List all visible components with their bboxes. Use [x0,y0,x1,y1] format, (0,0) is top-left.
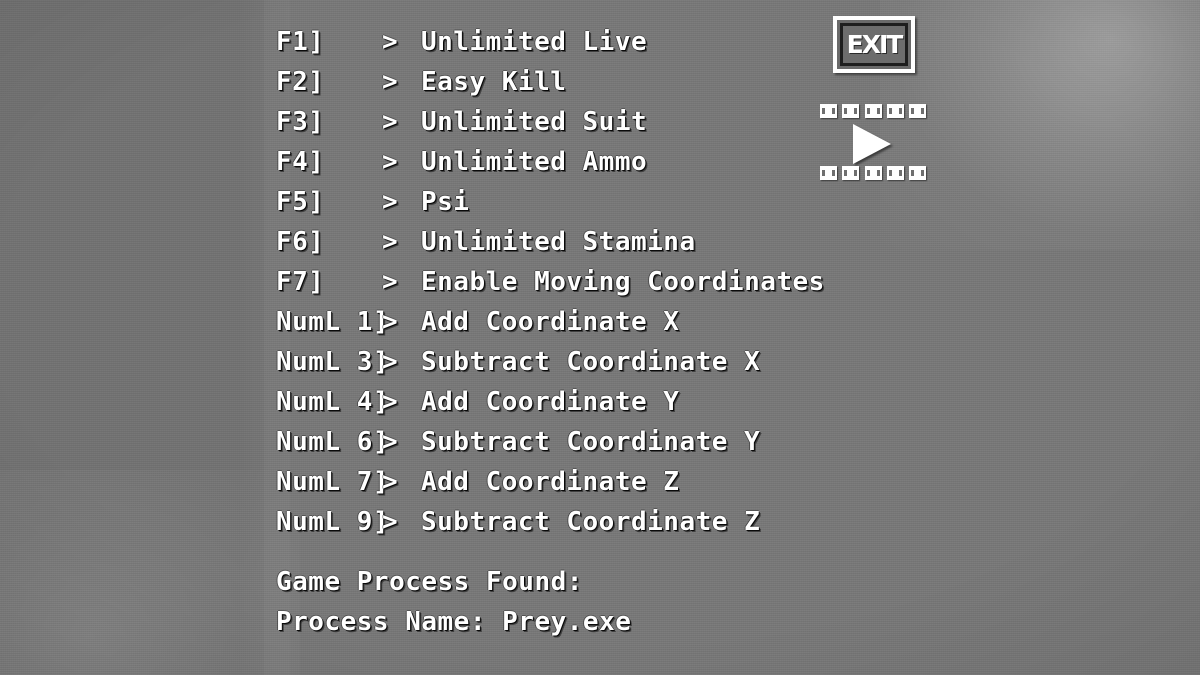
film-sprocket-hole [820,104,837,118]
cheat-hotkey: F3] [276,107,325,137]
cheat-arrow-icon: > [382,147,399,177]
cheat-hotkey: F7] [276,267,325,297]
film-sprocket-hole [886,104,904,118]
cheat-arrow-icon: > [382,107,399,137]
cheat-label: Enable Moving Coordinates [421,267,825,297]
trainer-overlay-window: F1] > Unlimited Live F2] > Easy Kill F3] > Unlim… [0,0,1200,675]
cheat-hotkey: F4] [276,147,325,177]
cheat-label: Easy Kill [421,67,567,97]
cheat-arrow-icon: > [382,27,399,57]
cheat-arrow-icon: > [382,267,399,297]
cheat-row[interactable]: NumL 9] > Subtract Coordinate Z [276,502,825,542]
cheat-arrow-icon: > [382,67,399,97]
film-sprocket-hole [864,166,882,180]
cheat-label: Subtract Coordinate X [421,347,761,377]
cheat-label: Unlimited Ammo [421,147,648,177]
cheat-label: Psi [421,187,470,217]
exit-icon: EXIT [840,23,908,66]
cheat-row[interactable]: F4] > Unlimited Ammo [276,142,825,182]
cheat-row[interactable]: F5] > Psi [276,182,825,222]
status-block: Game Process Found: Process Name: Prey.e… [276,562,631,642]
cheat-label: Subtract Coordinate Y [421,427,761,457]
status-process-found: Game Process Found: [276,567,583,597]
cheat-arrow-icon: > [382,387,399,417]
cheat-arrow-icon: > [382,307,399,337]
cheat-arrow-icon: > [382,347,399,377]
cheat-hotkey: F1] [276,27,325,57]
film-holes-bottom-row [820,166,926,180]
cheat-label: Add Coordinate Y [421,387,680,417]
cheat-row[interactable]: NumL 7] > Add Coordinate Z [276,462,825,502]
cheat-label: Unlimited Stamina [421,227,696,257]
cheat-hotkey: NumL 4] [276,387,390,417]
film-holes-top-row [820,104,926,118]
cheat-label: Unlimited Live [421,27,648,57]
cheat-arrow-icon: > [382,227,399,257]
cheat-arrow-icon: > [382,427,399,457]
cheat-row[interactable]: F6] > Unlimited Stamina [276,222,825,262]
status-process-name: Process Name: Prey.exe [276,607,632,637]
cheat-arrow-icon: > [382,467,399,497]
cheat-row[interactable]: NumL 4] > Add Coordinate Y [276,382,825,422]
cheat-row[interactable]: NumL 3] > Subtract Coordinate X [276,342,825,382]
cheat-hotkey: NumL 7] [276,467,390,497]
film-sprocket-hole [864,104,882,118]
cheat-hotkey: NumL 3] [276,347,390,377]
cheat-hotkey: F5] [276,187,325,217]
cheat-label: Unlimited Suit [421,107,648,137]
cheat-label: Add Coordinate Z [421,467,680,497]
film-sprocket-hole [842,104,860,118]
film-sprocket-hole [909,104,926,118]
cheat-hotkey: F6] [276,227,325,257]
play-icon [853,124,891,164]
film-sprocket-hole [842,166,860,180]
film-sprocket-hole [909,166,926,180]
cheat-hotkey: NumL 6] [276,427,390,457]
film-sprocket-hole [886,166,904,180]
cheat-row[interactable]: F3] > Unlimited Suit [276,102,825,142]
exit-button-label: EXIT [846,30,904,59]
cheat-row[interactable]: F7] > Enable Moving Coordinates [276,262,825,302]
cheat-hotkey: NumL 9] [276,507,390,537]
cheat-hotkey: F2] [276,67,325,97]
cheat-label: Add Coordinate X [421,307,680,337]
cheat-row[interactable]: F2] > Easy Kill [276,62,825,102]
cheat-hotkey: NumL 1] [276,307,390,337]
cheat-row[interactable]: NumL 6] > Subtract Coordinate Y [276,422,825,462]
cheat-list: F1] > Unlimited Live F2] > Easy Kill F3] > Unlim… [276,22,825,542]
cheat-row[interactable]: NumL 1] > Add Coordinate X [276,302,825,342]
film-strip-play-icon[interactable] [820,104,926,184]
cheat-label: Subtract Coordinate Z [421,507,761,537]
cheat-arrow-icon: > [382,187,399,217]
cheat-arrow-icon: > [382,507,399,537]
exit-button[interactable]: EXIT [833,16,915,73]
cheat-row[interactable]: F1] > Unlimited Live [276,22,825,62]
film-sprocket-hole [820,166,837,180]
